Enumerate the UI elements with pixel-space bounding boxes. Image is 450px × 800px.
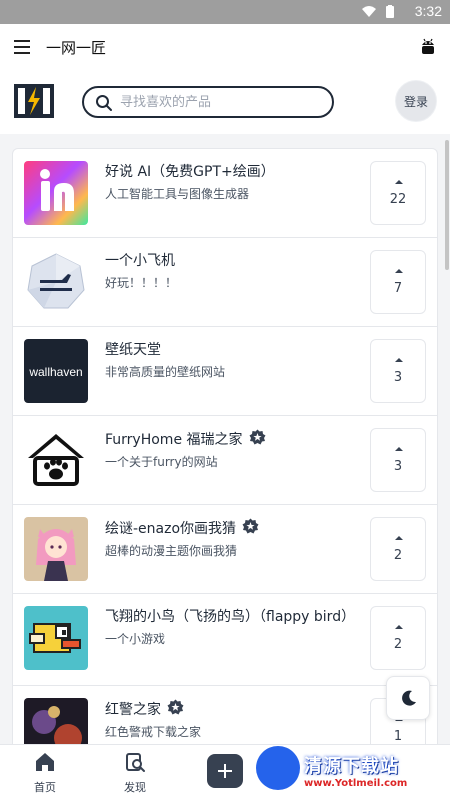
add-button[interactable] xyxy=(207,754,243,788)
app-bar: 一网一匠 xyxy=(0,24,450,70)
product-thumbnail xyxy=(24,250,88,314)
status-bar: 3:32 xyxy=(0,0,450,24)
product-thumbnail xyxy=(24,606,88,670)
item-description: 一个关于furry的网站 xyxy=(105,455,218,469)
item-description: 非常高质量的壁纸网站 xyxy=(105,365,226,379)
upvote-button[interactable]: 2 xyxy=(370,606,426,670)
item-title: 红警之家 xyxy=(105,699,365,720)
watermark: 清源下载站 www.Yotlmeil.com xyxy=(256,742,450,800)
upvote-button[interactable]: 7 xyxy=(370,250,426,314)
item-title: 好说 AI（免费GPT+绘画） xyxy=(105,164,275,180)
upvote-arrow-icon xyxy=(395,625,403,629)
item-description: 超棒的动漫主题你画我猜 xyxy=(105,544,238,558)
item-description: 一个小游戏 xyxy=(105,632,166,646)
item-title: FurryHome 福瑞之家 xyxy=(105,429,365,450)
discover-icon xyxy=(126,753,145,772)
header xyxy=(0,70,450,134)
list-item[interactable]: FurryHome 福瑞之家 一个关于furry的网站 3 xyxy=(13,416,437,505)
upvote-button[interactable]: 2 xyxy=(370,517,426,581)
verified-badge-icon xyxy=(167,699,184,715)
nav-home[interactable]: 首页 xyxy=(17,751,73,795)
item-description: 人工智能工具与图像生成器 xyxy=(105,187,250,201)
search-icon xyxy=(96,95,112,111)
product-thumbnail xyxy=(24,517,88,581)
vote-count: 3 xyxy=(393,459,403,474)
android-icon[interactable] xyxy=(420,37,436,57)
item-title: 一个小飞机 xyxy=(105,253,175,269)
product-thumbnail: wallhaven xyxy=(24,339,88,403)
upvote-button[interactable]: 22 xyxy=(370,161,426,225)
product-list: 好说 AI（免费GPT+绘画） 人工智能工具与图像生成器 22 一个小飞机 好玩… xyxy=(12,148,438,758)
upvote-arrow-icon xyxy=(395,269,403,273)
clock: 3:32 xyxy=(414,3,442,19)
upvote-button[interactable]: 3 xyxy=(370,339,426,403)
watermark-url: www.Yotlmeil.com xyxy=(304,778,408,789)
nav-discover-label: 发现 xyxy=(124,781,146,794)
verified-badge-icon xyxy=(249,429,266,445)
item-title: 壁纸天堂 xyxy=(105,342,161,358)
moon-icon xyxy=(402,690,416,706)
theme-toggle-button[interactable] xyxy=(386,676,430,720)
site-logo[interactable] xyxy=(14,84,54,118)
product-thumbnail xyxy=(24,428,88,492)
upvote-arrow-icon xyxy=(395,447,403,451)
vote-count: 22 xyxy=(389,192,407,207)
verified-badge-icon xyxy=(242,518,259,534)
vote-count: 2 xyxy=(393,548,403,563)
app-title: 一网一匠 xyxy=(46,39,107,57)
thumb-logo-text: wallhaven xyxy=(28,365,82,379)
item-description: 红色警戒下载之家 xyxy=(105,725,202,739)
home-icon xyxy=(36,753,54,771)
upvote-arrow-icon xyxy=(395,358,403,362)
product-thumbnail xyxy=(24,161,88,225)
item-title: 绘谜-enazo你画我猜 xyxy=(105,518,365,539)
item-title: 飞翔的小鸟（飞扬的鸟）（flappy bird） xyxy=(105,609,356,625)
watermark-logo xyxy=(256,746,300,790)
list-item[interactable]: 绘谜-enazo你画我猜 超棒的动漫主题你画我猜 2 xyxy=(13,505,437,594)
search-bar[interactable] xyxy=(82,86,334,118)
item-title-text: 红警之家 xyxy=(105,702,161,718)
vote-count: 7 xyxy=(393,281,403,296)
search-input[interactable] xyxy=(120,92,320,112)
list-item[interactable]: 一个小飞机 好玩！！！！ 7 xyxy=(13,238,437,327)
vote-count: 3 xyxy=(393,370,403,385)
scrollbar[interactable] xyxy=(445,140,449,270)
item-title-text: 绘谜-enazo你画我猜 xyxy=(105,521,237,537)
upvote-arrow-icon xyxy=(395,536,403,540)
list-item[interactable]: 飞翔的小鸟（飞扬的鸟）（flappy bird） 一个小游戏 2 xyxy=(13,594,437,686)
item-description: 好玩！！！！ xyxy=(105,276,178,290)
vote-count: 2 xyxy=(393,637,403,652)
nav-home-label: 首页 xyxy=(34,781,56,794)
login-button[interactable]: 登录 xyxy=(395,80,437,122)
upvote-button[interactable]: 3 xyxy=(370,428,426,492)
item-title-text: FurryHome 福瑞之家 xyxy=(105,432,243,448)
nav-discover[interactable]: 发现 xyxy=(107,751,163,795)
list-item[interactable]: 好说 AI（免费GPT+绘画） 人工智能工具与图像生成器 22 xyxy=(13,149,437,238)
menu-icon[interactable] xyxy=(14,40,30,54)
wifi-battery-icon xyxy=(362,5,394,18)
watermark-text: 清源下载站 xyxy=(304,756,399,777)
list-item[interactable]: wallhaven 壁纸天堂 非常高质量的壁纸网站 3 xyxy=(13,327,437,416)
upvote-arrow-icon xyxy=(395,180,403,184)
